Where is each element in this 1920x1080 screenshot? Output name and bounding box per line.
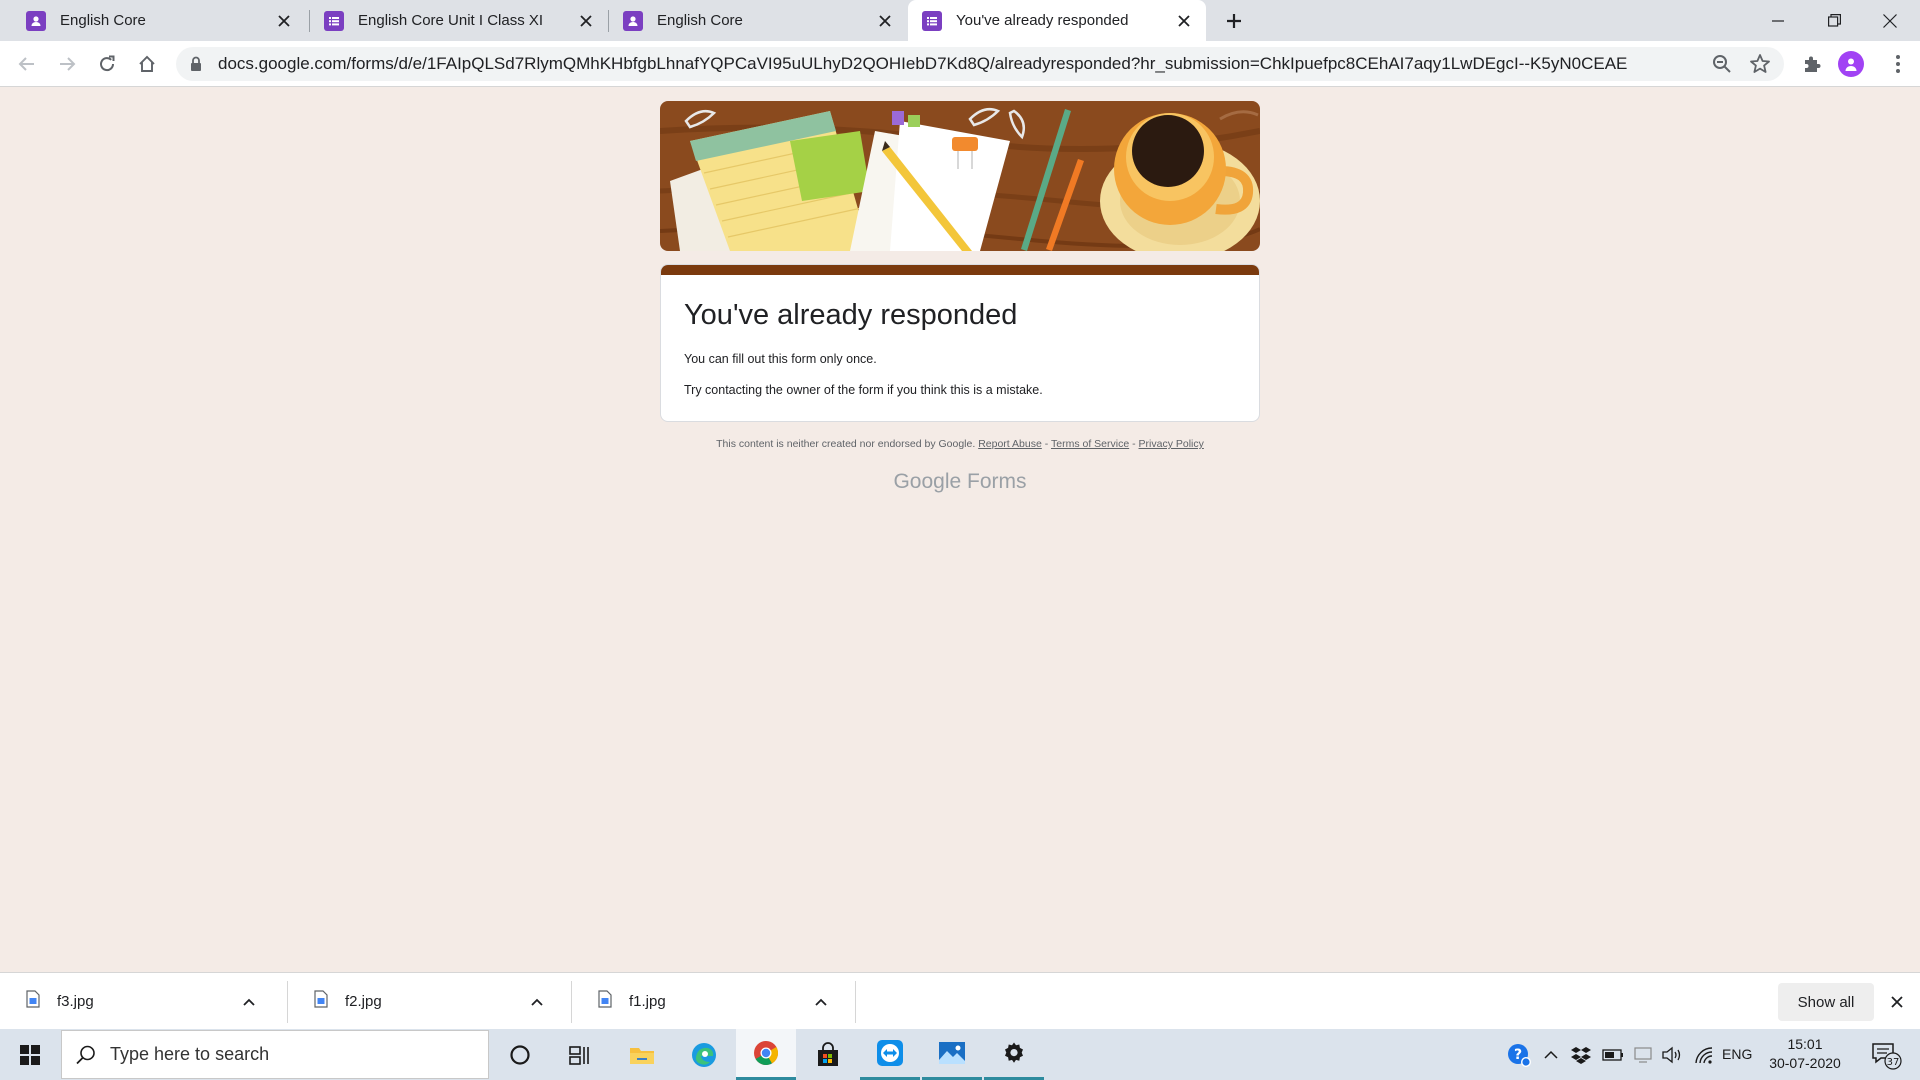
help-tray-icon[interactable]: ? xyxy=(1504,1029,1534,1080)
description-once: You can fill out this form only once. xyxy=(684,352,877,366)
zoom-icon[interactable] xyxy=(1710,52,1734,81)
dropbox-icon[interactable] xyxy=(1568,1029,1594,1080)
windows-logo-icon xyxy=(20,1044,40,1065)
menu-kebab-icon[interactable] xyxy=(1882,48,1914,80)
tab-english-core-1[interactable]: English Core xyxy=(0,0,306,41)
display-tray-icon[interactable] xyxy=(1630,1029,1656,1080)
clock-date: 30-07-2020 xyxy=(1769,1055,1841,1071)
reload-button[interactable] xyxy=(91,48,123,80)
tab-title: You've already responded xyxy=(956,12,1129,29)
tab-title: English Core xyxy=(657,12,743,29)
google-forms-logo[interactable]: Google Forms xyxy=(660,470,1260,494)
action-center-icon[interactable]: 37 xyxy=(1864,1029,1908,1080)
tab-english-core-2[interactable]: English Core xyxy=(609,0,907,41)
download-filename: f2.jpg xyxy=(345,993,382,1010)
privacy-policy-link[interactable]: Privacy Policy xyxy=(1139,438,1204,450)
clock-time: 15:01 xyxy=(1787,1036,1823,1052)
terms-of-service-link[interactable]: Terms of Service xyxy=(1051,438,1129,450)
page-title: You've already responded xyxy=(684,299,1018,331)
download-filename: f3.jpg xyxy=(57,993,94,1010)
chevron-up-icon[interactable] xyxy=(531,993,543,1011)
chevron-up-icon[interactable] xyxy=(243,993,255,1011)
task-view-icon[interactable] xyxy=(550,1029,610,1080)
settings-gear-icon[interactable] xyxy=(984,1029,1044,1080)
image-file-icon xyxy=(26,990,40,1013)
google-wordmark: Google xyxy=(893,470,962,493)
chrome-icon[interactable] xyxy=(736,1029,796,1080)
input-language[interactable]: ENG xyxy=(1722,1029,1752,1080)
back-button[interactable] xyxy=(11,48,43,80)
image-file-icon xyxy=(598,990,612,1013)
profile-avatar[interactable] xyxy=(1838,51,1864,77)
disclaimer-text: This content is neither created nor endo… xyxy=(716,438,976,450)
file-explorer-icon[interactable] xyxy=(612,1029,672,1080)
volume-icon[interactable] xyxy=(1658,1029,1686,1080)
restore-button[interactable] xyxy=(1806,0,1862,41)
tab-title: English Core xyxy=(60,12,146,29)
browser-toolbar: docs.google.com/forms/d/e/1FAIpQLSd7Rlym… xyxy=(0,41,1920,87)
google-classroom-icon xyxy=(26,10,46,31)
show-all-button[interactable]: Show all xyxy=(1778,983,1874,1021)
footer-separator: - xyxy=(1041,438,1051,450)
taskbar-search-box[interactable]: Type here to search xyxy=(61,1030,489,1079)
download-item[interactable]: f2.jpg xyxy=(288,973,571,1030)
download-divider xyxy=(855,981,856,1023)
battery-icon[interactable] xyxy=(1598,1029,1628,1080)
google-classroom-icon xyxy=(623,10,643,31)
download-item[interactable]: f3.jpg xyxy=(0,973,283,1030)
close-icon[interactable] xyxy=(873,9,897,33)
new-tab-button[interactable] xyxy=(1218,5,1250,37)
address-bar[interactable]: docs.google.com/forms/d/e/1FAIpQLSd7Rlym… xyxy=(176,47,1784,81)
extensions-icon[interactable] xyxy=(1796,48,1828,80)
bookmark-star-icon[interactable] xyxy=(1748,52,1772,81)
forms-wordmark: Forms xyxy=(967,470,1027,493)
form-accent-bar xyxy=(661,265,1259,275)
close-icon[interactable] xyxy=(1172,9,1196,33)
search-placeholder: Type here to search xyxy=(110,1044,270,1064)
system-clock[interactable]: 15:01 30-07-2020 xyxy=(1762,1029,1848,1080)
tab-strip: English Core English Core Unit I Class X… xyxy=(0,0,1920,41)
teamviewer-icon[interactable] xyxy=(860,1029,920,1080)
tab-english-core-unit[interactable]: English Core Unit I Class XI xyxy=(310,0,608,41)
home-button[interactable] xyxy=(131,48,163,80)
footer-separator: - xyxy=(1129,438,1139,450)
minimize-button[interactable] xyxy=(1750,0,1806,41)
search-icon xyxy=(75,1044,97,1071)
chevron-up-icon[interactable] xyxy=(1538,1029,1564,1080)
description-contact-owner: Try contacting the owner of the form if … xyxy=(684,383,1043,397)
windows-taskbar: Type here to search ? ENG 15:01 30-07-20… xyxy=(0,1029,1920,1080)
close-icon[interactable] xyxy=(574,9,598,33)
google-forms-icon xyxy=(922,10,942,31)
start-button[interactable] xyxy=(0,1029,60,1080)
edge-browser-icon[interactable] xyxy=(674,1029,734,1080)
microsoft-store-icon[interactable] xyxy=(798,1029,858,1080)
report-abuse-link[interactable]: Report Abuse xyxy=(978,438,1042,450)
image-file-icon xyxy=(314,990,328,1013)
footer-disclaimer: This content is neither created nor endo… xyxy=(660,438,1260,450)
tab-already-responded[interactable]: You've already responded xyxy=(908,0,1206,41)
photos-app-icon[interactable] xyxy=(922,1029,982,1080)
chevron-up-icon[interactable] xyxy=(815,993,827,1011)
form-header-image xyxy=(660,101,1260,251)
google-forms-icon xyxy=(324,10,344,31)
wifi-icon[interactable] xyxy=(1690,1029,1718,1080)
tab-title: English Core Unit I Class XI xyxy=(358,12,544,29)
response-card: You've already responded You can fill ou… xyxy=(660,264,1260,422)
download-item[interactable]: f1.jpg xyxy=(572,973,855,1030)
close-shelf-icon[interactable] xyxy=(1884,989,1910,1015)
forward-button[interactable] xyxy=(51,48,83,80)
download-shelf: f3.jpg f2.jpg f1.jpg Show all xyxy=(0,972,1920,1029)
close-window-button[interactable] xyxy=(1862,0,1918,41)
svg-text:?: ? xyxy=(1514,1047,1522,1063)
close-icon[interactable] xyxy=(272,9,296,33)
cortana-icon[interactable] xyxy=(490,1029,550,1080)
url-text[interactable]: docs.google.com/forms/d/e/1FAIpQLSd7Rlym… xyxy=(218,47,1698,81)
download-filename: f1.jpg xyxy=(629,993,666,1010)
lock-icon[interactable] xyxy=(190,56,202,77)
notification-count: 37 xyxy=(1887,1057,1900,1068)
